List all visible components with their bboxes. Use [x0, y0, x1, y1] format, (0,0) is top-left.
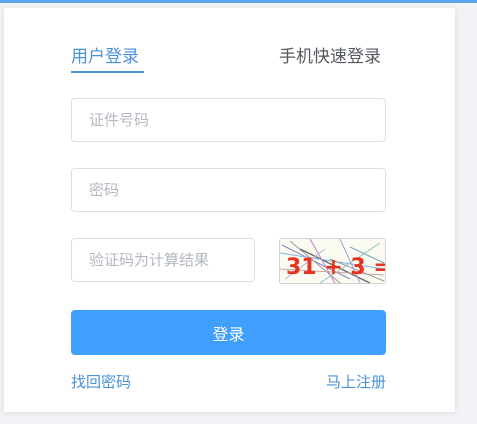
captcha-text: 31 + 3 = ?: [286, 255, 385, 280]
register-link[interactable]: 马上注册: [326, 372, 386, 392]
captcha-input[interactable]: [71, 238, 255, 282]
tab-phone-login[interactable]: 手机快速登录: [279, 46, 381, 68]
captcha-image[interactable]: 31 + 3 = ?: [279, 238, 386, 284]
login-button[interactable]: 登录: [71, 310, 386, 355]
password-input[interactable]: [71, 168, 386, 212]
login-card: 用户登录 手机快速登录 31 + 3 = ? 登录 找回密码 马上注册: [4, 8, 455, 412]
active-tab-underline: [71, 71, 144, 73]
top-accent-bar: [0, 0, 477, 3]
forgot-password-link[interactable]: 找回密码: [71, 372, 131, 392]
captcha-graphic: 31 + 3 = ?: [280, 239, 385, 283]
id-number-input[interactable]: [71, 98, 386, 142]
tab-user-login[interactable]: 用户登录: [71, 46, 139, 68]
